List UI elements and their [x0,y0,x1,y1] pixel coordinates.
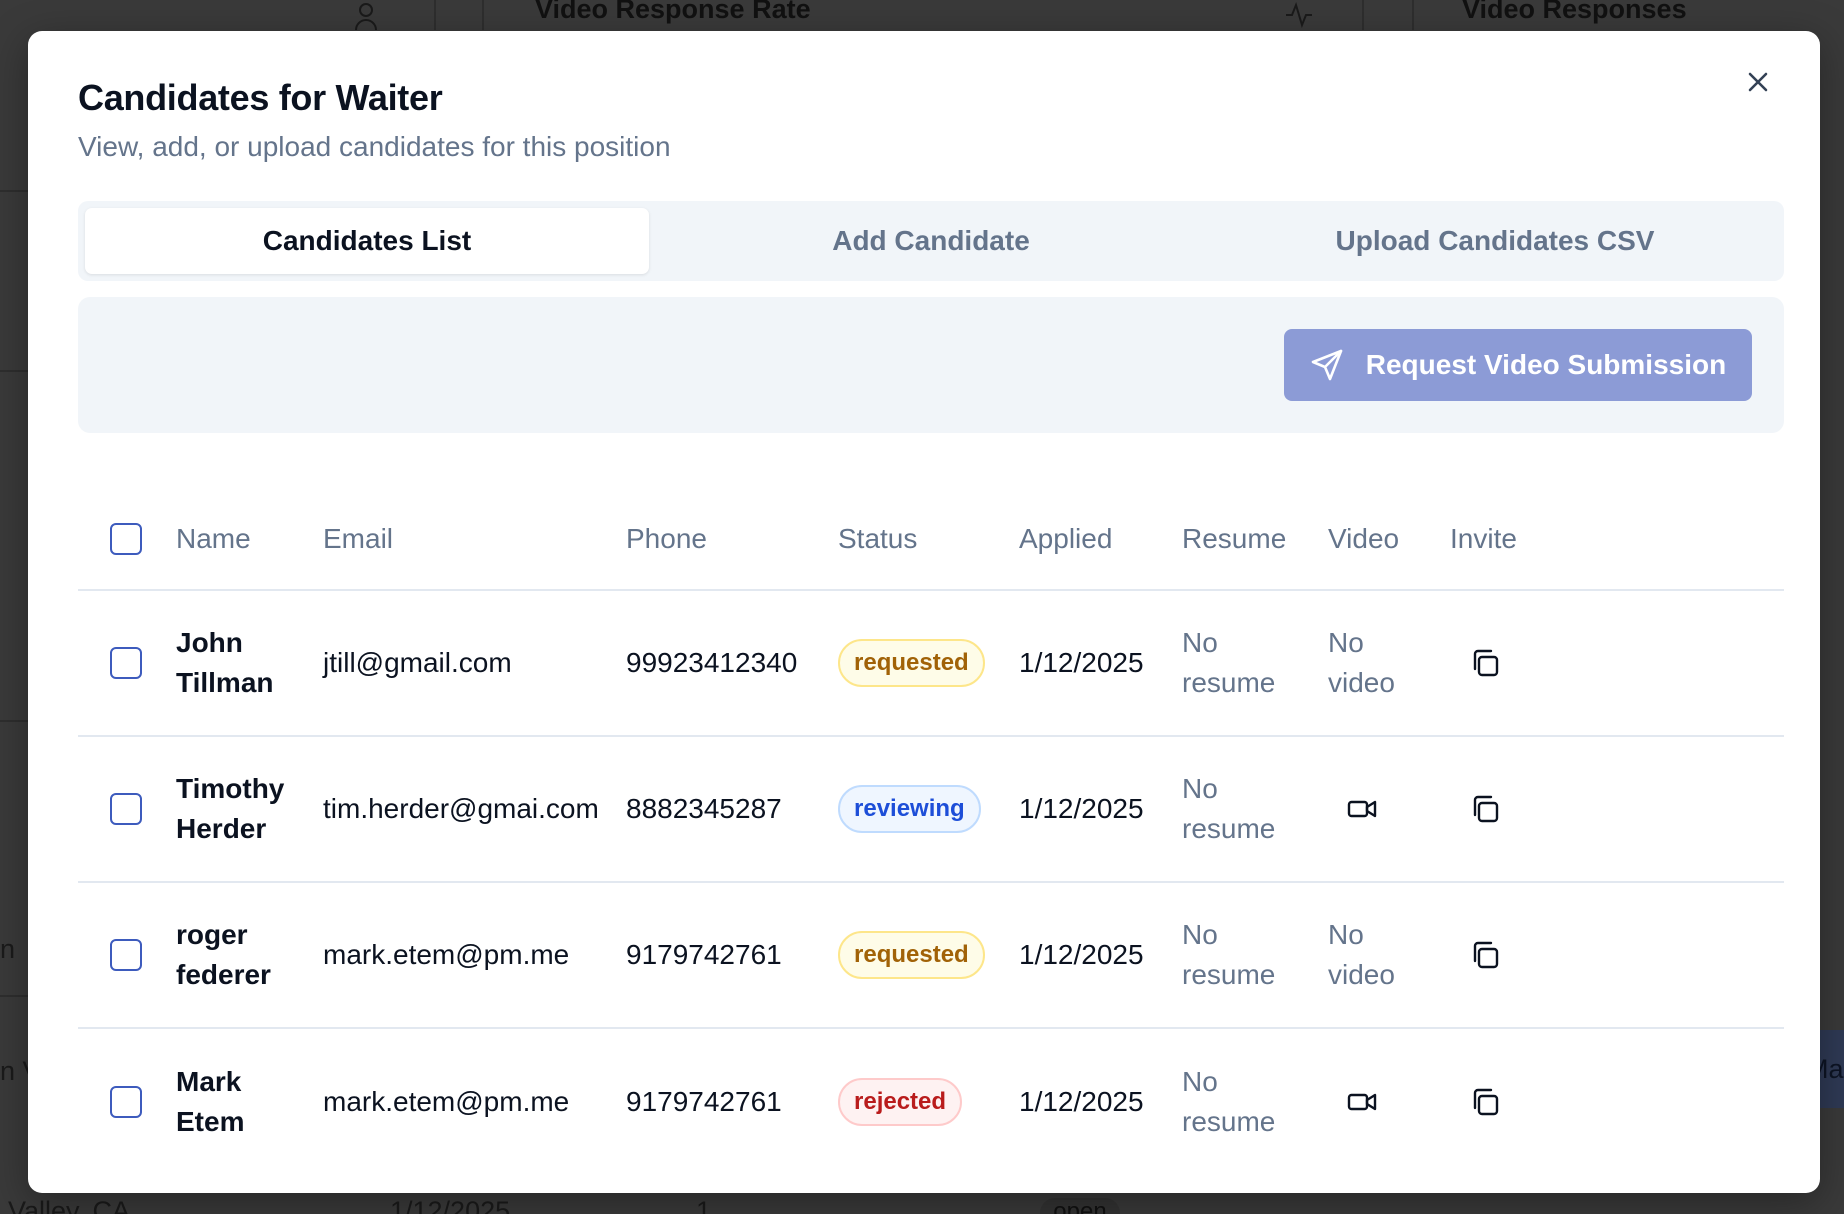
send-icon [1311,349,1343,381]
header-invite: Invite [1450,523,1517,554]
resume-status: No resume [1182,1066,1276,1137]
background-stat-label: Video Responses [1462,0,1687,24]
applied-date: 1/12/2025 [1019,1086,1144,1117]
background-text: Valley, CA [8,1196,131,1214]
candidate-phone: 99923412340 [626,647,798,678]
copy-invite-button[interactable] [1467,791,1503,827]
candidates-table: Name Email Phone Status Applied Resume V… [78,471,1784,1175]
header-status: Status [838,523,918,554]
video-status: No video [1328,919,1395,990]
candidate-name: Timothy Herder [176,773,285,844]
background-divider [0,370,30,372]
row-checkbox[interactable] [110,1086,142,1118]
row-checkbox[interactable] [110,793,142,825]
users-icon [355,3,377,30]
modal-title: Candidates for Waiter [78,77,443,118]
candidate-email: tim.herder@gmai.com [323,793,599,824]
background-stats-bar: Video Response Rate Video Responses [0,0,1844,30]
candidate-email: mark.etem@pm.me [323,1086,570,1117]
table-row: roger federer mark.etem@pm.me 9179742761… [78,883,1784,1029]
candidate-name: roger federer [176,919,271,990]
video-status: No video [1328,627,1395,698]
applied-date: 1/12/2025 [1019,647,1144,678]
tab-candidates-list[interactable]: Candidates List [85,208,649,274]
close-button[interactable] [1741,65,1775,99]
candidate-phone: 9179742761 [626,939,782,970]
status-badge: reviewing [838,785,981,833]
close-icon [1748,72,1768,92]
row-checkbox[interactable] [110,939,142,971]
video-camera-icon [1347,1093,1377,1111]
header-resume: Resume [1182,523,1287,554]
copy-invite-button[interactable] [1467,645,1503,681]
tab-list: Candidates List Add Candidate Upload Can… [78,201,1784,281]
view-video-button[interactable] [1344,1084,1380,1120]
tab-upload-csv[interactable]: Upload Candidates CSV [1213,208,1777,274]
background-divider [0,720,30,722]
status-badge: requested [838,639,985,687]
row-checkbox[interactable] [110,647,142,679]
candidate-name: John Tillman [176,627,274,698]
copy-invite-button[interactable] [1467,1084,1503,1120]
header-name: Name [176,523,251,554]
action-panel: Request Video Submission [78,297,1784,433]
status-badge: requested [838,931,985,979]
table-row: John Tillman jtill@gmail.com 99923412340… [78,591,1784,737]
copy-icon [1473,941,1499,969]
view-video-button[interactable] [1344,791,1380,827]
background-text: 1 [696,1196,712,1214]
copy-icon [1473,649,1499,677]
resume-status: No resume [1182,773,1276,844]
candidate-phone: 9179742761 [626,1086,782,1117]
background-divider [0,190,30,192]
modal-subtitle: View, add, or upload candidates for this… [78,131,671,162]
table-row: Timothy Herder tim.herder@gmai.com 88823… [78,737,1784,883]
background-divider [434,0,436,30]
background-divider [0,995,30,997]
background-text: n [0,934,16,964]
candidate-email: jtill@gmail.com [323,647,512,678]
request-video-submission-label: Request Video Submission [1365,349,1727,380]
select-all-checkbox[interactable] [110,523,142,555]
request-video-submission-button[interactable]: Request Video Submission [1284,329,1752,401]
copy-icon [1473,1088,1499,1116]
header-email: Email [323,523,394,554]
background-stat-label: Video Response Rate [535,0,811,24]
background-divider [1362,0,1364,30]
copy-invite-button[interactable] [1467,937,1503,973]
background-status-badge: open [1040,1198,1120,1214]
background-text: 1/12/2025 [390,1196,511,1214]
copy-icon [1473,795,1499,823]
resume-status: No resume [1182,627,1276,698]
header-video: Video [1328,523,1400,554]
table-row: Mark Etem mark.etem@pm.me 9179742761 rej… [78,1029,1784,1175]
activity-icon [1286,1,1312,29]
applied-date: 1/12/2025 [1019,939,1144,970]
background-divider [482,0,484,30]
status-badge: rejected [838,1078,963,1126]
candidate-name: Mark Etem [176,1066,245,1137]
applied-date: 1/12/2025 [1019,793,1144,824]
header-applied: Applied [1019,523,1113,554]
resume-status: No resume [1182,919,1276,990]
background-divider [1412,0,1414,30]
tab-add-candidate[interactable]: Add Candidate [649,208,1213,274]
header-phone: Phone [626,523,707,554]
candidates-modal: Candidates for Waiter View, add, or uplo… [28,31,1820,1193]
table-header: Name Email Phone Status Applied Resume V… [78,471,1784,591]
candidate-email: mark.etem@pm.me [323,939,570,970]
video-camera-icon [1347,800,1377,818]
candidate-phone: 8882345287 [626,793,782,824]
